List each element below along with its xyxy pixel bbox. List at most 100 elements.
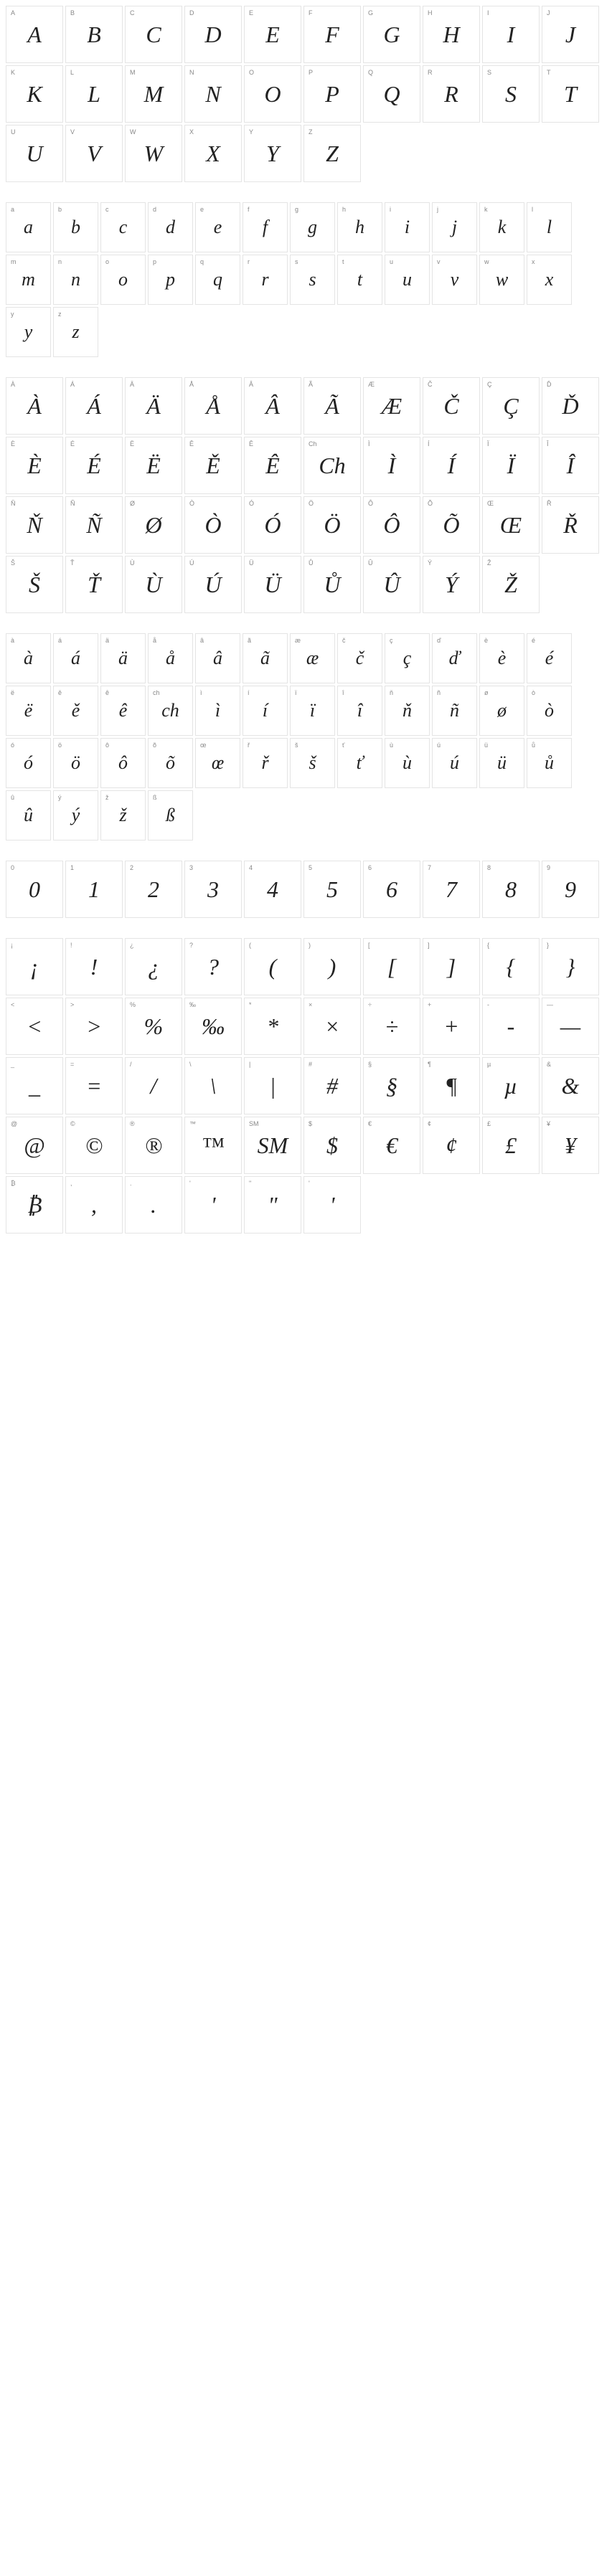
glyph-cell[interactable]: "" [244,1176,301,1233]
glyph-cell[interactable]: cc [100,202,146,252]
glyph-cell[interactable]: ÜÜ [244,556,301,613]
glyph-cell[interactable]: OO [244,65,301,123]
glyph-cell[interactable]: ãã [243,633,288,683]
glyph-cell[interactable]: šš [290,738,335,788]
glyph-cell[interactable]: íí [243,686,288,736]
glyph-cell[interactable]: ËË [125,437,182,494]
glyph-cell[interactable]: ůů [527,738,572,788]
glyph-cell[interactable]: 11 [65,861,123,918]
glyph-cell[interactable]: åå [148,633,193,683]
glyph-cell[interactable]: €€ [363,1117,420,1174]
glyph-cell[interactable]: qq [195,255,240,305]
glyph-cell[interactable]: ÀÀ [6,377,63,435]
glyph-cell[interactable]: ÖÖ [303,496,361,554]
glyph-cell[interactable]: ââ [195,633,240,683]
glyph-cell[interactable]: !! [65,938,123,995]
glyph-cell[interactable]: ZZ [303,125,361,182]
glyph-cell[interactable]: ÎÎ [542,437,599,494]
glyph-cell[interactable]: §§ [363,1057,420,1114]
glyph-cell[interactable]: EE [244,6,301,63]
glyph-cell[interactable]: (( [244,938,301,995]
glyph-cell[interactable]: ĎĎ [542,377,599,435]
glyph-cell[interactable]: ûû [6,790,51,840]
glyph-cell[interactable]: )) [303,938,361,995]
glyph-cell[interactable]: == [65,1057,123,1114]
glyph-cell[interactable]: ‰‰ [184,998,242,1055]
glyph-cell[interactable]: ii [385,202,430,252]
glyph-cell[interactable]: >> [65,998,123,1055]
glyph-cell[interactable]: ¿¿ [125,938,182,995]
glyph-cell[interactable]: ëë [6,686,51,736]
glyph-cell[interactable]: ŤŤ [65,556,123,613]
glyph-cell[interactable]: 22 [125,861,182,918]
glyph-cell[interactable]: óó [6,738,51,788]
glyph-cell[interactable]: üü [479,738,524,788]
glyph-cell[interactable]: ĚĚ [184,437,242,494]
glyph-cell[interactable]: ŮŮ [303,556,361,613]
glyph-cell[interactable]: -- [482,998,540,1055]
glyph-cell[interactable]: úú [432,738,477,788]
glyph-cell[interactable]: DD [184,6,242,63]
glyph-cell[interactable]: ČČ [423,377,480,435]
glyph-cell[interactable]: čč [337,633,382,683]
glyph-cell[interactable]: ØØ [125,496,182,554]
glyph-cell[interactable]: ßß [148,790,193,840]
glyph-cell[interactable]: MM [125,65,182,123]
glyph-cell[interactable]: [[ [363,938,420,995]
glyph-cell[interactable]: HH [423,6,480,63]
glyph-cell[interactable]: œœ [195,738,240,788]
glyph-cell[interactable]: ÚÚ [184,556,242,613]
glyph-cell[interactable]: 99 [542,861,599,918]
glyph-cell[interactable]: ++ [423,998,480,1055]
glyph-cell[interactable]: řř [243,738,288,788]
glyph-cell[interactable]: ¡¡ [6,938,63,995]
glyph-cell[interactable]: 00 [6,861,63,918]
glyph-cell[interactable]: BB [65,6,123,63]
glyph-cell[interactable]: ÛÛ [363,556,420,613]
glyph-cell[interactable]: }} [542,938,599,995]
glyph-cell[interactable]: èè [479,633,524,683]
glyph-cell[interactable]: vv [432,255,477,305]
glyph-cell[interactable]: nn [53,255,98,305]
glyph-cell[interactable]: ,, [65,1176,123,1233]
glyph-cell[interactable]: ññ [432,686,477,736]
glyph-cell[interactable]: chch [148,686,193,736]
glyph-cell[interactable]: ŇŇ [6,496,63,554]
glyph-cell[interactable]: ìì [195,686,240,736]
glyph-cell[interactable]: // [125,1057,182,1114]
glyph-cell[interactable]: ChCh [303,437,361,494]
glyph-cell[interactable]: ÝÝ [423,556,480,613]
glyph-cell[interactable]: tt [337,255,382,305]
glyph-cell[interactable]: ÃÃ [303,377,361,435]
glyph-cell[interactable]: ll [527,202,572,252]
glyph-cell[interactable]: KK [6,65,63,123]
glyph-cell[interactable]: __ [6,1057,63,1114]
glyph-cell[interactable]: 66 [363,861,420,918]
glyph-cell[interactable]: LL [65,65,123,123]
glyph-cell[interactable]: ss [290,255,335,305]
glyph-cell[interactable]: ww [479,255,524,305]
glyph-cell[interactable]: TT [542,65,599,123]
glyph-cell[interactable]: ££ [482,1117,540,1174]
glyph-cell[interactable]: WW [125,125,182,182]
glyph-cell[interactable]: ÓÓ [244,496,301,554]
glyph-cell[interactable]: NN [184,65,242,123]
glyph-cell[interactable]: ŒŒ [482,496,540,554]
glyph-cell[interactable]: ťť [337,738,382,788]
glyph-cell[interactable]: '' [184,1176,242,1233]
glyph-cell[interactable]: bb [53,202,98,252]
glyph-cell[interactable]: ïï [290,686,335,736]
glyph-cell[interactable]: ?? [184,938,242,995]
glyph-cell[interactable]: ÈÈ [6,437,63,494]
glyph-cell[interactable]: —— [542,998,599,1055]
glyph-cell[interactable]: %% [125,998,182,1055]
glyph-cell[interactable]: AA [6,6,63,63]
glyph-cell[interactable]: zz [53,307,98,357]
glyph-cell[interactable]: ©© [65,1117,123,1174]
glyph-cell[interactable]: ®® [125,1117,182,1174]
glyph-cell[interactable]: ee [195,202,240,252]
glyph-cell[interactable]: ÍÍ [423,437,480,494]
glyph-cell[interactable]: ŠŠ [6,556,63,613]
glyph-cell[interactable]: UU [6,125,63,182]
glyph-cell[interactable]: çç [385,633,430,683]
